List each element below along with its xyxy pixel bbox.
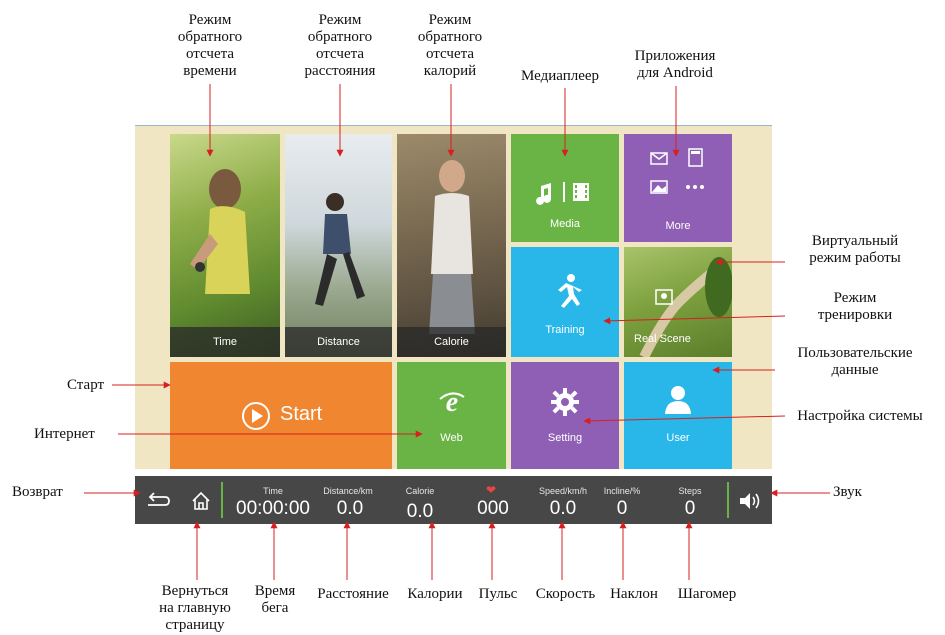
incline-value: 0 — [616, 498, 628, 519]
annotation-pulse: Пульс — [478, 586, 518, 602]
calorie-caption: Calorie — [405, 486, 435, 496]
tile-more-label: More — [665, 220, 691, 232]
annotation-user-data: Пользовательские данные — [797, 345, 913, 378]
speed-caption: Speed/km/h — [538, 486, 588, 496]
runner-photo-time — [190, 169, 250, 294]
tile-setting-label: Setting — [547, 432, 583, 444]
back-arrow-icon[interactable] — [145, 490, 171, 512]
annotation-android-apps: Приложения для Android — [634, 48, 716, 81]
tile-time[interactable]: Time — [170, 134, 280, 357]
tile-user[interactable]: User — [624, 362, 732, 469]
tile-distance-label: Distance — [285, 327, 392, 357]
gear-icon — [551, 388, 579, 416]
annotation-media-player: Медиаплеер — [520, 68, 600, 84]
time-caption: Time — [263, 486, 283, 496]
svg-text:e: e — [446, 387, 458, 417]
annotation-start: Старт — [67, 377, 105, 393]
time-value: 00:00:00 — [236, 498, 310, 519]
start-button[interactable]: Start — [170, 362, 392, 469]
annotation-incline: Наклон — [610, 586, 658, 602]
annotation-back: Возврат — [12, 484, 63, 500]
annotation-home: Вернуться на главную страницу — [159, 583, 231, 633]
annotation-distance: Расстояние — [317, 586, 389, 602]
tile-calorie[interactable]: Calorie — [397, 134, 506, 357]
running-person-icon — [558, 274, 582, 308]
tile-setting[interactable]: Setting — [511, 362, 619, 469]
tile-distance[interactable]: Distance — [285, 134, 392, 357]
tile-media[interactable]: Media — [511, 134, 619, 242]
start-button-label: Start — [280, 403, 323, 425]
annotation-speed: Скорость — [535, 586, 596, 602]
tile-media-label: Media — [550, 218, 580, 230]
annotation-time-mode: Режим обратного отсчета времени — [177, 12, 243, 79]
annotation-system-settings: Настройка системы — [797, 408, 923, 424]
tile-calorie-label: Calorie — [397, 327, 506, 357]
tile-training[interactable]: Training — [511, 247, 619, 357]
home-icon[interactable] — [190, 490, 212, 512]
user-silhouette-icon — [665, 386, 691, 414]
play-circle-icon — [242, 402, 270, 430]
annotation-virtual-mode: Виртуальный режим работы — [809, 233, 901, 266]
divider-right — [727, 482, 729, 518]
annotation-sound: Звук — [833, 484, 862, 500]
distance-value: 0.0 — [336, 498, 364, 519]
heart-icon: ❤ — [486, 483, 497, 497]
steps-caption: Steps — [678, 486, 702, 496]
status-bar: Time 00:00:00 Distance/km 0.0 Calorie 0.… — [135, 476, 772, 524]
annotation-calorie-mode: Режим обратного отсчета калорий — [417, 12, 483, 79]
distance-caption: Distance/km — [323, 486, 373, 496]
annotation-training-mode: Режим тренировки — [817, 290, 893, 323]
divider-left — [221, 482, 223, 518]
runner-photo-distance — [315, 193, 365, 306]
apps-grid-icon — [650, 148, 704, 194]
tile-real-scene-label: Real Scene — [634, 333, 691, 345]
annotation-calories: Калории — [407, 586, 463, 602]
tile-time-label: Time — [170, 327, 280, 357]
calorie-value: 0.0 — [406, 501, 434, 522]
tile-web-label: Web — [440, 432, 463, 444]
annotation-pedometer: Шагомер — [677, 586, 737, 602]
speed-value: 0.0 — [549, 498, 577, 519]
treadmill-home-screen: Time Distance Calorie Media More Trainin… — [135, 125, 772, 469]
tile-web[interactable]: e Web — [397, 362, 506, 469]
browser-e-icon: e — [439, 387, 465, 417]
runner-photo-calorie — [429, 160, 475, 334]
tile-more[interactable]: More — [624, 134, 732, 242]
map-pin-icon — [655, 289, 673, 305]
incline-caption: Incline/% — [603, 486, 641, 496]
steps-value: 0 — [684, 498, 696, 519]
tile-real-scene[interactable]: Real Scene — [624, 247, 732, 357]
heart-rate-value: 000 — [477, 498, 509, 519]
annotation-internet: Интернет — [34, 426, 95, 442]
tile-training-label: Training — [545, 324, 585, 336]
volume-icon[interactable] — [738, 490, 764, 512]
annotation-run-time: Время бега — [254, 583, 296, 616]
annotation-distance-mode: Режим обратного отсчета расстояния — [304, 12, 376, 79]
tile-user-label: User — [666, 432, 690, 444]
